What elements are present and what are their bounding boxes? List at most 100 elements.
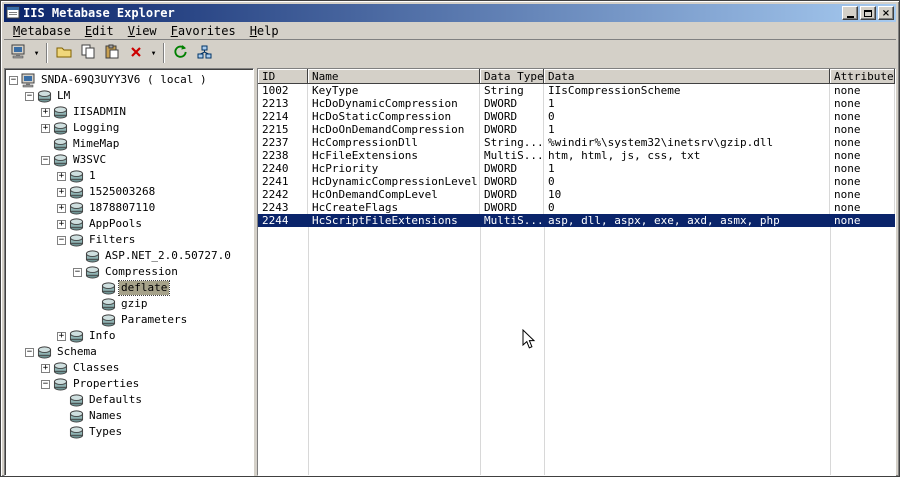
collapse-icon[interactable]: −: [9, 75, 18, 85]
tree-view[interactable]: − SNDA-69Q3UYY3V6 ( local ) − LM + IISADMIN + L…: [4, 68, 254, 476]
tree-node-1878807110[interactable]: +1878807110: [5, 200, 253, 216]
tree-node-compression[interactable]: − Compression: [5, 264, 253, 280]
column-header-attributes[interactable]: Attributes: [830, 69, 895, 84]
tree-node-1525003268[interactable]: +1525003268: [5, 184, 253, 200]
table-row[interactable]: 2238 HcFileExtensions MultiS... htm, html, …: [258, 149, 895, 162]
cell-id: 2213: [258, 97, 308, 110]
tree-node-label: SNDA-69Q3UYY3V6 ( local ): [41, 73, 207, 86]
tree-node-snda-69q3uyy3v6-local[interactable]: − SNDA-69Q3UYY3V6 ( local ): [5, 72, 253, 88]
collapse-icon[interactable]: −: [73, 267, 82, 277]
tree-node-info[interactable]: + Info: [5, 328, 253, 344]
cell-id: 2241: [258, 175, 308, 188]
cell-id: 2238: [258, 149, 308, 162]
tree-node-names[interactable]: Names: [5, 408, 253, 424]
connect-dropdown[interactable]: ▼: [31, 42, 42, 64]
new-key-button[interactable]: [52, 42, 75, 64]
column-header-name[interactable]: Name: [308, 69, 480, 84]
cell-attributes: none: [830, 110, 895, 123]
tree-node-gzip[interactable]: gzip: [5, 296, 253, 312]
minimize-button[interactable]: [842, 6, 858, 20]
delete-button[interactable]: [124, 42, 147, 64]
tree-node-label: LM: [57, 89, 71, 102]
cell-attributes: none: [830, 201, 895, 214]
tree-node-asp-net-2-0-50727-0[interactable]: ASP.NET_2.0.50727.0: [5, 248, 253, 264]
cell-id: 2237: [258, 136, 308, 149]
cell-attributes: none: [830, 162, 895, 175]
tree-node-label: Logging: [73, 121, 120, 134]
menu-help[interactable]: Help: [243, 22, 286, 40]
cell-data-type: String: [480, 84, 544, 97]
expand-icon[interactable]: +: [41, 123, 50, 133]
column-header-data[interactable]: Data: [544, 69, 830, 84]
tree-node-types[interactable]: Types: [5, 424, 253, 440]
tree-node-classes[interactable]: + Classes: [5, 360, 253, 376]
cell-data: 10: [544, 188, 830, 201]
collapse-icon[interactable]: −: [41, 379, 50, 389]
tree-node-filters[interactable]: − Filters: [5, 232, 253, 248]
tree-node-w3svc[interactable]: − W3SVC: [5, 152, 253, 168]
computer-icon: [21, 73, 39, 88]
expand-icon[interactable]: +: [57, 219, 66, 229]
expand-icon[interactable]: +: [57, 187, 66, 197]
cell-name: HcCompressionDll: [308, 136, 480, 149]
tree-node-properties[interactable]: − Properties: [5, 376, 253, 392]
table-row[interactable]: 2214 HcDoStaticCompression DWORD 0 none: [258, 110, 895, 123]
table-row[interactable]: 2213 HcDoDynamicCompression DWORD 1 none: [258, 97, 895, 110]
expand-icon[interactable]: +: [57, 171, 66, 181]
collapse-icon[interactable]: −: [25, 347, 34, 357]
table-row[interactable]: 2241 HcDynamicCompressionLevel DWORD 0 none: [258, 175, 895, 188]
copy-button[interactable]: [76, 42, 99, 64]
menu-view[interactable]: View: [121, 22, 164, 40]
table-row[interactable]: 2215 HcDoOnDemandCompression DWORD 1 none: [258, 123, 895, 136]
tree-node-logging[interactable]: + Logging: [5, 120, 253, 136]
permissions-button[interactable]: [193, 42, 216, 64]
cell-name: KeyType: [308, 84, 480, 97]
maximize-button[interactable]: [860, 6, 876, 20]
tree-node-schema[interactable]: − Schema: [5, 344, 253, 360]
collapse-icon[interactable]: −: [57, 235, 66, 245]
column-header-id[interactable]: ID: [258, 69, 308, 84]
expand-icon[interactable]: +: [41, 107, 50, 117]
tree-node-lm[interactable]: − LM: [5, 88, 253, 104]
collapse-icon[interactable]: −: [25, 91, 34, 101]
copy-icon: [80, 44, 96, 63]
table-row[interactable]: 2242 HcOnDemandCompLevel DWORD 10 none: [258, 188, 895, 201]
tree-node-label: Names: [89, 409, 123, 422]
cell-data-type: DWORD: [480, 162, 544, 175]
menu-favorites[interactable]: Favorites: [164, 22, 243, 40]
menu-edit[interactable]: Edit: [78, 22, 121, 40]
expand-icon[interactable]: +: [57, 203, 66, 213]
table-row[interactable]: 2237 HcCompressionDll String... %windir%\sy…: [258, 136, 895, 149]
expand-icon[interactable]: +: [41, 363, 50, 373]
list-view[interactable]: ID Name Data Type Data Attributes 1002 Ke…: [257, 68, 896, 476]
refresh-button[interactable]: [169, 42, 192, 64]
collapse-icon[interactable]: −: [41, 155, 50, 165]
expand-icon[interactable]: +: [57, 331, 66, 341]
menu-metabase[interactable]: Metabase: [6, 22, 78, 40]
table-row[interactable]: 2243 HcCreateFlags DWORD 0 none: [258, 201, 895, 214]
table-row[interactable]: 2244 HcScriptFileExtensions MultiS... asp, …: [258, 214, 895, 227]
tree-node-parameters[interactable]: Parameters: [5, 312, 253, 328]
column-header-data-type[interactable]: Data Type: [480, 69, 544, 84]
delete-dropdown[interactable]: ▼: [148, 42, 159, 64]
table-row[interactable]: 2240 HcPriority DWORD 1 none: [258, 162, 895, 175]
cell-id: 2243: [258, 201, 308, 214]
app-window: IIS Metabase Explorer × Metabase Edit Vi…: [0, 0, 900, 477]
table-row[interactable]: 1002 KeyType String IIsCompressionScheme non…: [258, 84, 895, 97]
tree-node-apppools[interactable]: + AppPools: [5, 216, 253, 232]
tree-node-iisadmin[interactable]: + IISADMIN: [5, 104, 253, 120]
tree-node-deflate[interactable]: deflate: [5, 280, 253, 296]
tree-node-label: deflate: [117, 280, 171, 296]
tree-node-1[interactable]: +1: [5, 168, 253, 184]
cell-attributes: none: [830, 149, 895, 162]
tree-node-mimemap[interactable]: MimeMap: [5, 136, 253, 152]
cell-name: HcPriority: [308, 162, 480, 175]
tree-node-defaults[interactable]: Defaults: [5, 392, 253, 408]
connect-button[interactable]: [7, 42, 30, 64]
cell-id: 2242: [258, 188, 308, 201]
close-button[interactable]: ×: [878, 6, 894, 20]
metabase-key-icon: [53, 105, 71, 119]
paste-button[interactable]: [100, 42, 123, 64]
title-bar[interactable]: IIS Metabase Explorer ×: [4, 4, 896, 22]
cell-name: HcOnDemandCompLevel: [308, 188, 480, 201]
